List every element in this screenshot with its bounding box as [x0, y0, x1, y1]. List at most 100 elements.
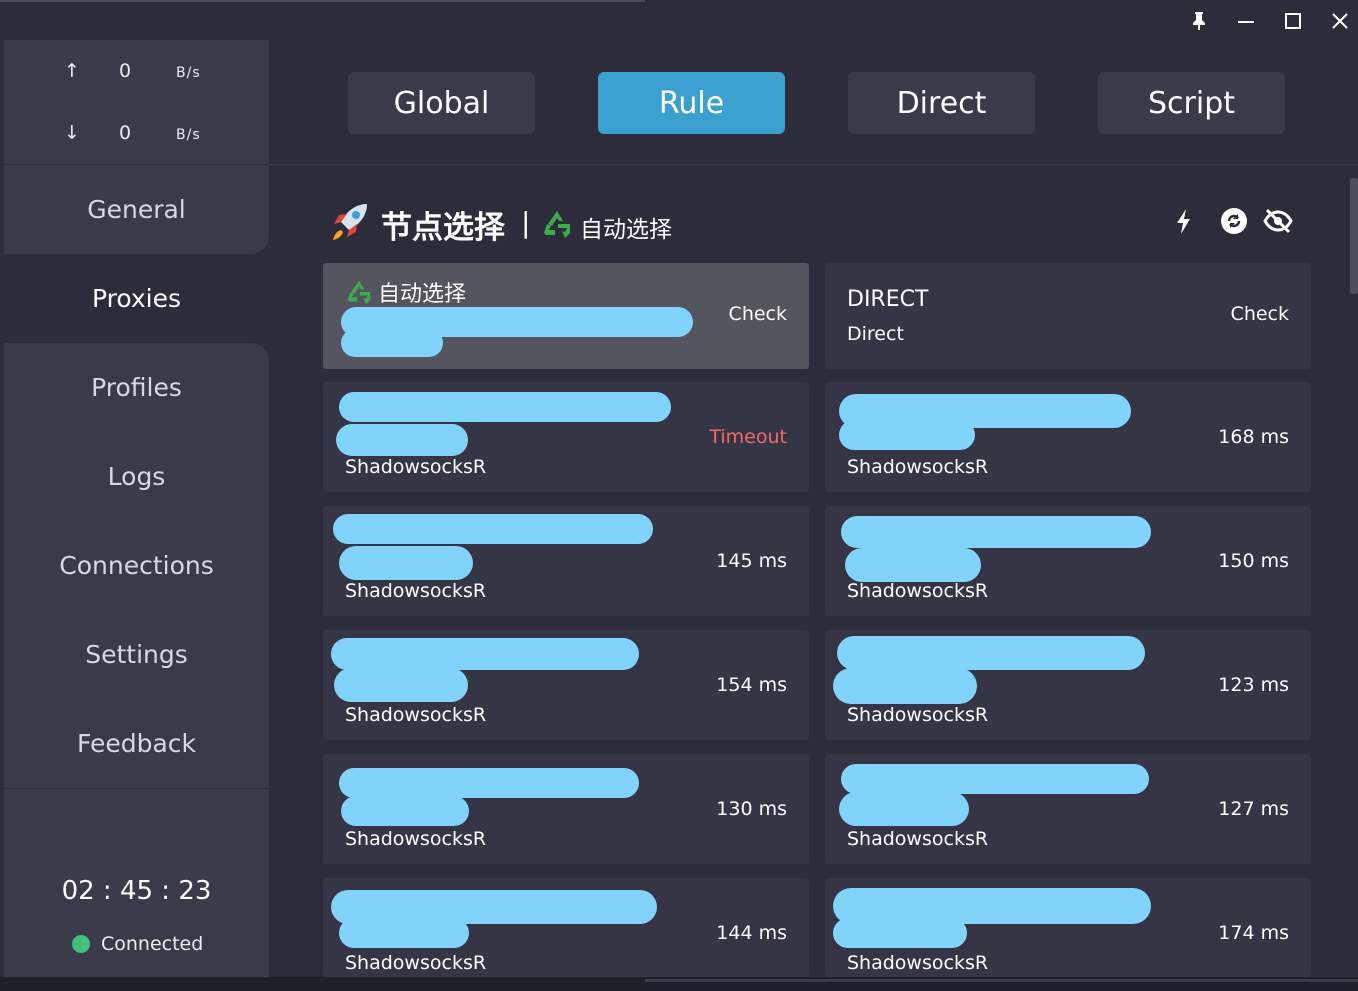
title-bar	[0, 0, 1358, 40]
proxy-name: 自动选择	[378, 282, 467, 307]
redacted-name	[339, 768, 639, 798]
nav-settings[interactable]: Settings	[4, 610, 269, 699]
main-panel: Global Rule Direct Script 节点选择 | 自动选择 自动…	[269, 40, 1358, 977]
proxy-type: ShadowsocksR	[847, 456, 989, 478]
proxy-delay[interactable]: 130 ms	[716, 798, 787, 820]
proxy-type: ShadowsocksR	[345, 952, 487, 974]
download-arrow-icon: ↓	[64, 122, 80, 144]
upload-arrow-icon: ↑	[64, 60, 80, 82]
proxy-type: Direct	[847, 323, 904, 345]
redacted-name	[339, 392, 671, 422]
mode-direct-button[interactable]: Direct	[848, 72, 1035, 134]
proxy-card[interactable]: ShadowsocksR 123 ms	[825, 630, 1311, 740]
pin-icon[interactable]	[1184, 6, 1214, 36]
redacted-info	[341, 329, 443, 357]
upload-value: 0	[119, 60, 132, 82]
upload-speed: ↑ 0 B/s	[4, 58, 269, 88]
proxy-card[interactable]: ShadowsocksR Timeout	[323, 382, 809, 492]
download-value: 0	[119, 122, 132, 144]
proxy-type: ShadowsocksR	[847, 828, 989, 850]
nav-profiles[interactable]: Profiles	[4, 343, 269, 432]
refresh-icon[interactable]	[1219, 206, 1249, 236]
uptime-timer: 02 : 45 : 23	[61, 876, 212, 906]
proxy-card-direct[interactable]: DIRECT Direct Check	[825, 263, 1311, 369]
nav-logs[interactable]: Logs	[4, 432, 269, 521]
proxy-type: ShadowsocksR	[345, 580, 487, 602]
rocket-icon	[333, 204, 367, 240]
redacted-name	[833, 918, 967, 948]
proxy-type: ShadowsocksR	[345, 456, 487, 478]
check-button[interactable]: Check	[1231, 303, 1289, 325]
redacted-name	[331, 638, 639, 670]
redacted-name	[841, 516, 1151, 548]
nav-general[interactable]: General	[4, 165, 269, 254]
proxy-delay[interactable]: 150 ms	[1218, 550, 1289, 572]
proxy-card[interactable]: ShadowsocksR 150 ms	[825, 506, 1311, 616]
group-separator: |	[521, 206, 531, 239]
redacted-name	[837, 636, 1145, 670]
proxy-card[interactable]: ShadowsocksR 174 ms	[825, 878, 1311, 977]
proxy-card-auto-select[interactable]: 自动选择 Check	[323, 263, 809, 369]
eye-off-icon[interactable]	[1263, 206, 1293, 236]
proxy-delay[interactable]: 174 ms	[1218, 922, 1289, 944]
proxy-delay[interactable]: 154 ms	[716, 674, 787, 696]
recycle-icon	[347, 280, 371, 305]
redacted-name	[341, 796, 469, 826]
redacted-name	[841, 764, 1149, 794]
proxy-card[interactable]: ShadowsocksR 145 ms	[323, 506, 809, 616]
redacted-name	[339, 546, 473, 580]
divider	[4, 788, 269, 789]
check-button[interactable]: Check	[729, 303, 787, 325]
proxy-card[interactable]: ShadowsocksR 154 ms	[323, 630, 809, 740]
upload-unit: B/s	[176, 65, 201, 81]
mode-rule-button[interactable]: Rule	[598, 72, 785, 134]
proxy-group-header[interactable]: 节点选择 | 自动选择	[329, 198, 1309, 246]
traffic-panel: ↑ 0 B/s ↓ 0 B/s	[4, 40, 269, 164]
redacted-name	[839, 420, 975, 450]
recycle-icon	[544, 211, 570, 238]
proxy-delay[interactable]: 123 ms	[1218, 674, 1289, 696]
redacted-name	[845, 548, 981, 582]
mode-bar: Global Rule Direct Script	[269, 40, 1358, 165]
maximize-icon[interactable]	[1278, 6, 1308, 36]
mode-global-button[interactable]: Global	[348, 72, 535, 134]
proxy-delay[interactable]: 145 ms	[716, 550, 787, 572]
proxy-delay[interactable]: 127 ms	[1218, 798, 1289, 820]
proxy-type: ShadowsocksR	[847, 704, 989, 726]
proxy-card[interactable]: ShadowsocksR 144 ms	[323, 878, 809, 977]
download-speed: ↓ 0 B/s	[4, 120, 269, 150]
proxy-type: ShadowsocksR	[345, 704, 487, 726]
nav-feedback[interactable]: Feedback	[4, 699, 269, 788]
redacted-name	[336, 424, 468, 456]
nav-proxies[interactable]: Proxies	[4, 254, 269, 343]
nav-connections[interactable]: Connections	[4, 521, 269, 610]
proxy-type: ShadowsocksR	[847, 580, 989, 602]
horizontal-scrollbar[interactable]	[0, 977, 1358, 991]
connection-status: Connected	[72, 933, 203, 955]
proxy-card[interactable]: ShadowsocksR 168 ms	[825, 382, 1311, 492]
mode-script-button[interactable]: Script	[1098, 72, 1285, 134]
proxy-delay[interactable]: 144 ms	[716, 922, 787, 944]
proxy-card[interactable]: ShadowsocksR 130 ms	[323, 754, 809, 864]
status-dot-icon	[72, 935, 90, 953]
redacted-name	[339, 918, 469, 948]
redacted-name	[833, 668, 977, 704]
redacted-name	[334, 668, 468, 702]
proxy-delay[interactable]: 168 ms	[1218, 426, 1289, 448]
status-panel: 02 : 45 : 23 Connected	[4, 788, 269, 977]
scrollbar-thumb[interactable]	[645, 979, 1358, 982]
title-stripe	[0, 0, 645, 2]
lightning-icon[interactable]	[1169, 206, 1199, 236]
sidebar: ↑ 0 B/s ↓ 0 B/s General Proxies Profiles…	[4, 40, 269, 977]
download-unit: B/s	[176, 127, 201, 143]
proxy-name: DIRECT	[847, 287, 929, 312]
close-icon[interactable]	[1325, 6, 1355, 36]
scrollbar[interactable]	[1350, 178, 1358, 294]
proxy-card[interactable]: ShadowsocksR 127 ms	[825, 754, 1311, 864]
connection-label: Connected	[101, 933, 204, 955]
minimize-icon[interactable]	[1231, 6, 1261, 36]
group-title: 节点选择	[381, 210, 505, 246]
redacted-name	[333, 514, 653, 544]
group-selected-proxy: 自动选择	[580, 217, 672, 243]
proxy-delay[interactable]: Timeout	[709, 426, 787, 448]
